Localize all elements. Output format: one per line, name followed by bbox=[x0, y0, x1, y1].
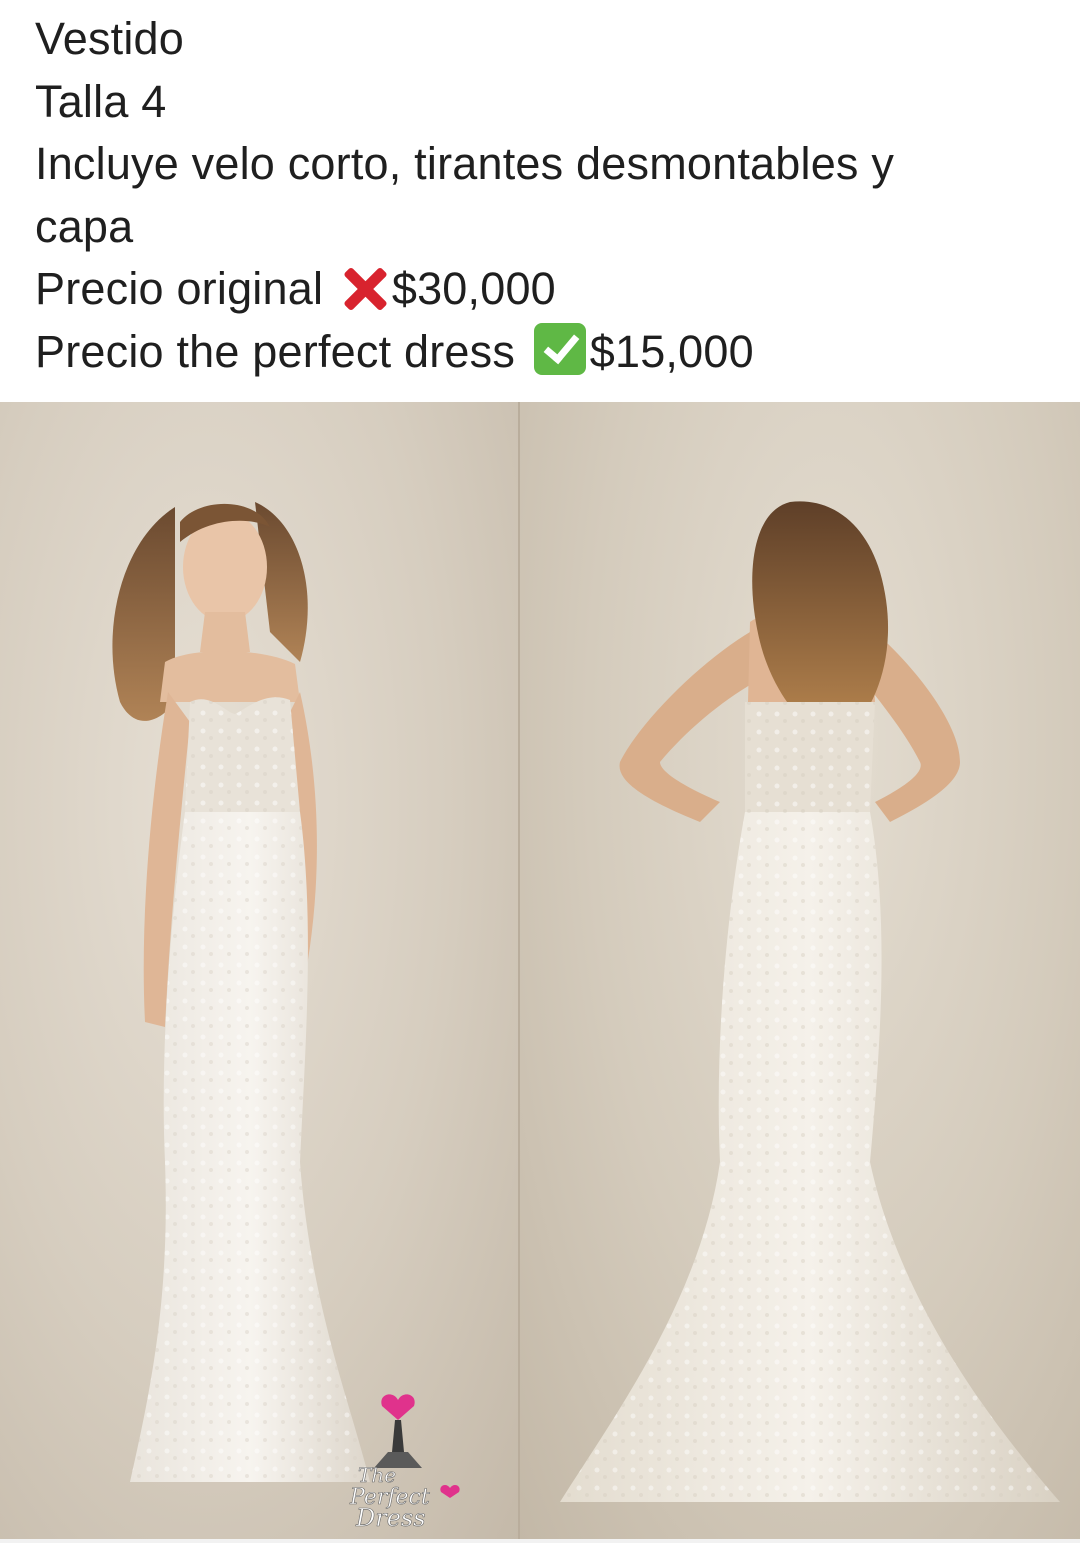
model-front-figure bbox=[112, 502, 370, 1482]
caption-line-includes-cont: capa bbox=[35, 200, 134, 252]
model-back-figure bbox=[560, 501, 1060, 1502]
check-mark-button-icon bbox=[533, 322, 586, 375]
caption-line-offer-price: Precio the perfect dress $15,000 bbox=[35, 321, 1055, 384]
the-perfect-dress-logo: The Perfect Dress bbox=[349, 1394, 460, 1530]
original-price-value: $30,000 bbox=[391, 263, 556, 314]
bottom-divider bbox=[0, 1539, 1080, 1543]
original-price-label: Precio original bbox=[35, 263, 336, 314]
svg-text:Dress: Dress bbox=[355, 1504, 426, 1530]
post-caption: Vestido Talla 4 Incluye velo corto, tira… bbox=[35, 8, 1055, 383]
caption-line-product: Vestido bbox=[35, 13, 185, 64]
caption-line-original-price: Precio original $30,000 bbox=[35, 258, 1055, 321]
post-photo[interactable]: The Perfect Dress bbox=[0, 402, 1080, 1539]
caption-line-size: Talla 4 bbox=[35, 75, 167, 127]
photo-panel-back bbox=[520, 402, 1080, 1539]
photo-panel-front: The Perfect Dress bbox=[0, 402, 518, 1539]
offer-price-label: Precio the perfect dress bbox=[35, 325, 528, 377]
svg-text:The: The bbox=[358, 1463, 396, 1487]
offer-price-value: $15,000 bbox=[589, 325, 754, 377]
cross-mark-icon bbox=[340, 265, 390, 309]
caption-line-includes: Incluye velo corto, tirantes desmontable… bbox=[35, 138, 895, 189]
